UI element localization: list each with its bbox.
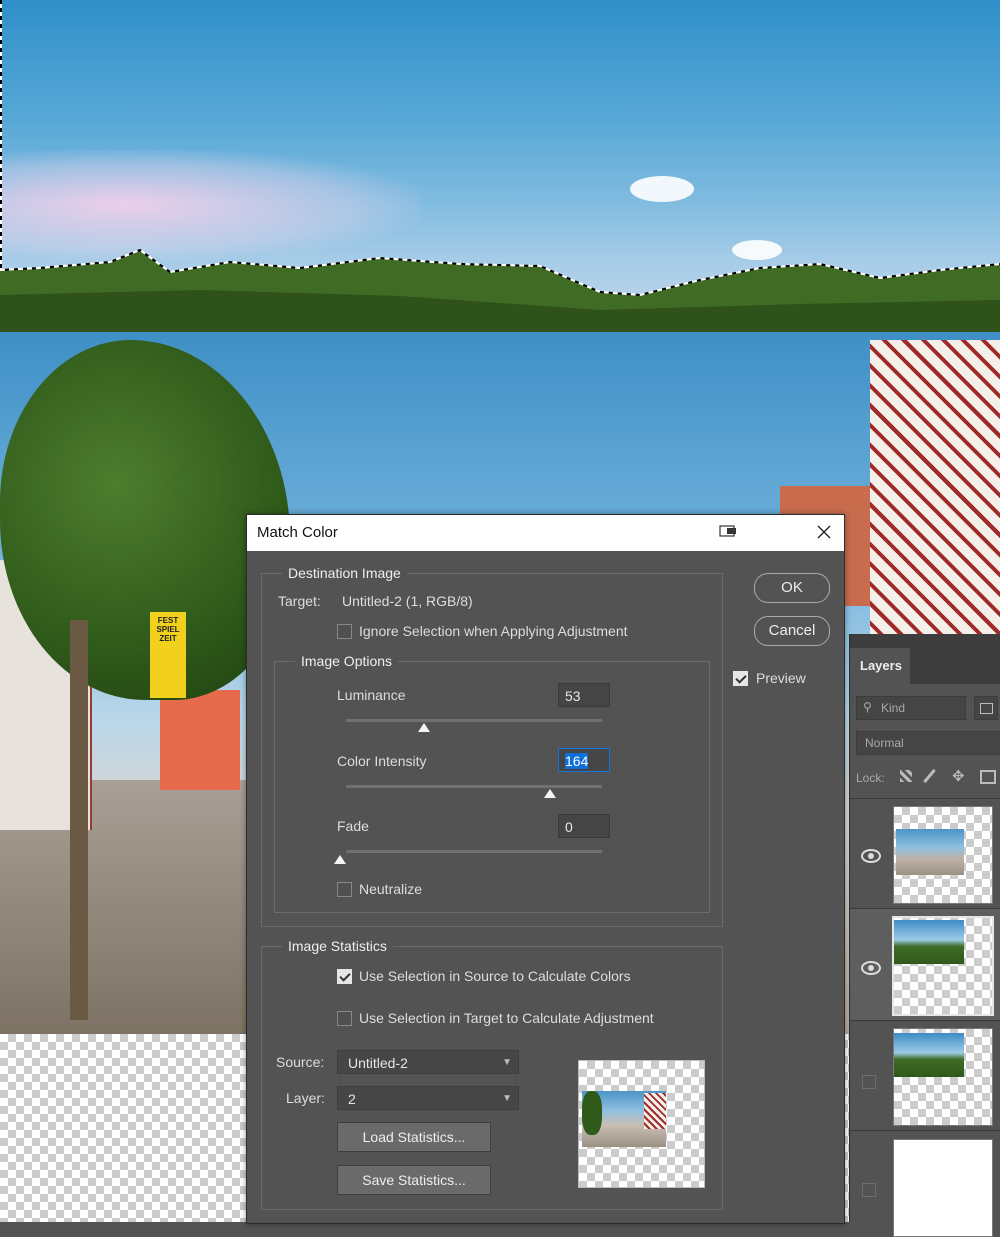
target-label: Target: <box>278 593 321 609</box>
dialog-titlebar[interactable]: Match Color <box>247 515 844 551</box>
red-house <box>160 690 240 790</box>
color-intensity-slider-track[interactable] <box>346 785 602 788</box>
search-icon: ⚲ <box>863 700 872 714</box>
sign-text: FEST SPIEL ZEIT <box>156 616 180 643</box>
filter-kind-label: Kind <box>881 701 906 715</box>
source-select[interactable]: Untitled-2 ▼ <box>337 1050 519 1074</box>
layer-row[interactable] <box>850 798 1000 909</box>
layer-row[interactable] <box>850 1130 1000 1237</box>
half-timbered-house <box>870 340 1000 640</box>
ignore-selection-checkbox[interactable] <box>337 624 352 639</box>
preview-image <box>582 1091 666 1147</box>
layer-filter-kind[interactable]: ⚲ Kind <box>856 696 966 720</box>
tree-trunk <box>70 620 88 1020</box>
preview-label[interactable]: Preview <box>756 670 806 686</box>
chevron-down-icon: ▼ <box>502 1093 512 1104</box>
cloud <box>630 176 694 202</box>
ok-button[interactable]: OK <box>754 573 830 603</box>
neutralize-label[interactable]: Neutralize <box>359 881 422 897</box>
lock-transparent-icon[interactable] <box>900 770 912 782</box>
color-intensity-slider-thumb[interactable] <box>543 789 556 798</box>
transparent-area <box>0 1034 250 1222</box>
eye-icon[interactable] <box>861 849 881 863</box>
load-statistics-button[interactable]: Load Statistics... <box>337 1122 491 1152</box>
layer-row-selected[interactable] <box>850 908 1000 1021</box>
luminance-slider-thumb[interactable] <box>418 723 431 732</box>
match-color-dialog: Match Color Destination Image Target: Un… <box>246 514 845 1224</box>
image-statistics-legend: Image Statistics <box>282 938 393 954</box>
color-intensity-input[interactable]: 164 <box>558 748 610 772</box>
cancel-button[interactable]: Cancel <box>754 616 830 646</box>
use-source-selection-label[interactable]: Use Selection in Source to Calculate Col… <box>359 968 631 984</box>
selection-marquee-edge <box>0 0 2 270</box>
layer-select[interactable]: 2 ▼ <box>337 1086 519 1110</box>
neutralize-checkbox[interactable] <box>337 882 352 897</box>
image-options-legend: Image Options <box>295 653 399 669</box>
chevron-down-icon: ▼ <box>502 1057 512 1068</box>
source-label: Source: <box>276 1054 325 1070</box>
save-statistics-button[interactable]: Save Statistics... <box>337 1165 491 1195</box>
lock-move-icon[interactable]: ✥ <box>952 767 965 785</box>
lock-label: Lock: <box>856 771 885 785</box>
source-preview-thumbnail <box>578 1060 705 1188</box>
layer-thumbnail <box>893 1028 993 1126</box>
panel-tab-bar: Layers <box>850 634 1000 684</box>
eye-icon[interactable] <box>861 961 881 975</box>
layer-thumbnail <box>893 806 993 904</box>
luminance-slider-track[interactable] <box>346 719 602 722</box>
visibility-toggle[interactable] <box>862 1075 876 1089</box>
blend-mode-select[interactable]: Normal <box>856 731 1000 755</box>
fade-input[interactable]: 0 <box>558 814 610 838</box>
ignore-selection-label[interactable]: Ignore Selection when Applying Adjustmen… <box>359 623 628 639</box>
luminance-input[interactable]: 53 <box>558 683 610 707</box>
color-intensity-label: Color Intensity <box>337 753 427 769</box>
close-icon[interactable] <box>813 521 835 543</box>
layer-thumbnail <box>893 1139 993 1237</box>
use-source-selection-checkbox[interactable] <box>337 969 352 984</box>
window-mode-icon[interactable] <box>719 523 739 539</box>
blend-mode-value: Normal <box>865 736 904 750</box>
target-value: Untitled-2 (1, RGB/8) <box>342 593 473 609</box>
hills-with-selection <box>0 248 1000 332</box>
image-filter-icon[interactable] <box>974 696 998 720</box>
preview-checkbox[interactable] <box>733 671 748 686</box>
festival-sign: FEST SPIEL ZEIT <box>150 612 186 698</box>
layer-label: Layer: <box>286 1090 325 1106</box>
visibility-toggle[interactable] <box>862 1183 876 1197</box>
use-target-selection-label[interactable]: Use Selection in Target to Calculate Adj… <box>359 1010 654 1026</box>
fade-slider-thumb[interactable] <box>334 855 346 864</box>
layer-thumbnail <box>892 916 994 1016</box>
use-target-selection-checkbox[interactable] <box>337 1011 352 1026</box>
layer-row[interactable] <box>850 1020 1000 1131</box>
fade-slider-track[interactable] <box>346 850 602 853</box>
dialog-title: Match Color <box>257 524 338 541</box>
lock-artboard-icon[interactable] <box>980 770 996 784</box>
lock-paint-icon[interactable] <box>923 768 936 784</box>
fade-label: Fade <box>337 818 369 834</box>
luminance-label: Luminance <box>337 687 406 703</box>
layers-panel: Layers ⚲ Kind Normal Lock: ✥ <box>849 634 1000 1237</box>
tab-layers[interactable]: Layers <box>850 648 910 684</box>
destination-image-legend: Destination Image <box>282 565 407 581</box>
